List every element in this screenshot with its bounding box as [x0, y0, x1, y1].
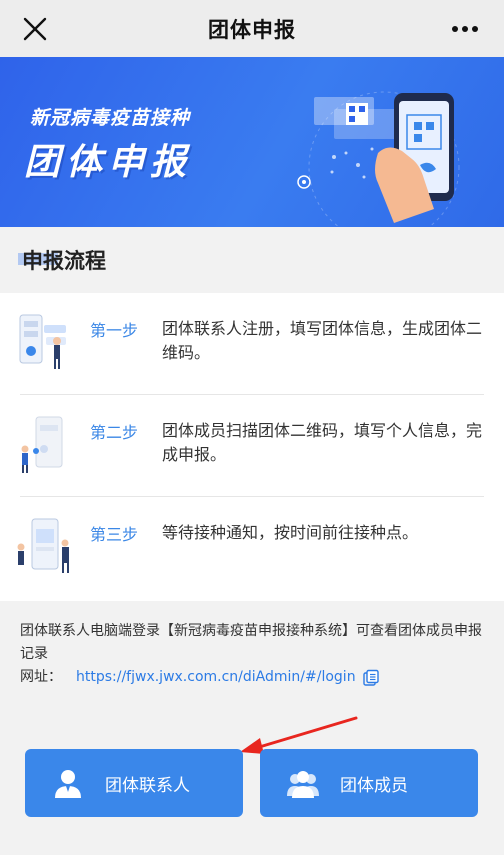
group-members-button[interactable]: 团体成员 [260, 749, 478, 817]
group-members-label: 团体成员 [340, 775, 408, 796]
step-2-description: 团体成员扫描团体二维码，填写个人信息，完成申报。 [162, 421, 483, 464]
register-illustration [19, 314, 66, 369]
step-3-description: 等待接种通知，按时间前往接种点。 [162, 523, 419, 542]
group-contact-button[interactable]: 团体联系人 [25, 749, 243, 817]
admin-url-link[interactable]: https://fjwx.jwx.com.cn/diAdmin/#/login [76, 666, 356, 689]
more-dots-icon[interactable] [450, 19, 480, 39]
url-label: 网址： [20, 669, 62, 685]
note-text: 团体联系人电脑端登录【新冠病毒疫苗申报接种系统】可查看团体成员申报记录 [20, 623, 482, 662]
step-2: 第二步 团体成员扫描团体二维码，填写个人信息，完成申报。 [0, 395, 504, 497]
group-icon [287, 771, 319, 798]
notify-illustration [17, 518, 69, 573]
url-row: 网址： https://fjwx.jwx.com.cn/diAdmin/#/lo… [20, 666, 490, 689]
page-title: 团体申报 [208, 17, 296, 42]
step-3-label: 第三步 [90, 525, 139, 544]
phone-scan-illustration [297, 91, 460, 227]
group-contact-label: 团体联系人 [105, 775, 190, 796]
step-3: 第三步 等待接种通知，按时间前往接种点。 [0, 497, 504, 599]
process-section-header: 申报流程 [0, 227, 504, 293]
navbar: 团体申报 [0, 0, 504, 57]
steps-panel: 第一步 团体联系人注册，填写团体信息，生成团体二维码。 第二步 团体成员扫描团体… [0, 293, 504, 601]
close-icon[interactable] [22, 16, 48, 42]
section-title: 申报流程 [22, 249, 106, 273]
step-1-description: 团体联系人注册，填写团体信息，生成团体二维码。 [162, 319, 483, 362]
banner-subtitle: 新冠病毒疫苗接种 [30, 107, 191, 129]
banner-title: 团体申报 [24, 142, 193, 183]
step-1-label: 第一步 [90, 321, 139, 340]
step-1: 第一步 团体联系人注册，填写团体信息，生成团体二维码。 [0, 293, 504, 395]
step-2-label: 第二步 [90, 423, 139, 442]
admin-login-note: 团体联系人电脑端登录【新冠病毒疫苗申报接种系统】可查看团体成员申报记录 网址： … [20, 620, 490, 689]
person-icon [55, 770, 81, 798]
hero-banner: 新冠病毒疫苗接种 团体申报 [0, 57, 504, 227]
copy-icon[interactable] [362, 669, 380, 687]
scan-illustration [21, 416, 63, 473]
